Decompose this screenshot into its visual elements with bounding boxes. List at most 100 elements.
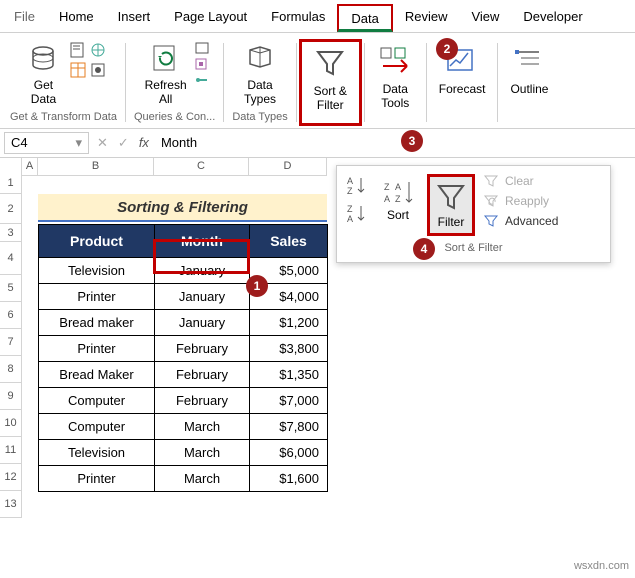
table-cell[interactable]: Television xyxy=(39,440,155,466)
menu-page-layout[interactable]: Page Layout xyxy=(162,4,259,32)
formula-input[interactable]: Month xyxy=(157,133,631,152)
properties-icon[interactable] xyxy=(195,58,209,70)
get-data-label: Get Data xyxy=(31,78,56,107)
menu-data[interactable]: Data xyxy=(337,4,392,32)
advanced-filter[interactable]: Advanced xyxy=(483,214,558,228)
table-row: ComputerMarch$7,800 xyxy=(39,414,328,440)
row-header-12[interactable]: 12 xyxy=(0,464,22,491)
table-cell[interactable]: Printer xyxy=(39,284,155,310)
table-cell[interactable]: Printer xyxy=(39,466,155,492)
fx-icon[interactable]: fx xyxy=(139,135,149,150)
row-header-8[interactable]: 8 xyxy=(0,356,22,383)
data-types-button[interactable]: Data Types xyxy=(238,42,283,109)
edit-links-icon[interactable] xyxy=(195,74,209,86)
sort-filter-button[interactable]: Sort & Filter xyxy=(308,44,353,115)
table-row: ComputerFebruary$7,000 xyxy=(39,388,328,414)
row-header-9[interactable]: 9 xyxy=(0,383,22,410)
data-tools-icon xyxy=(377,44,413,80)
cancel-icon: ✕ xyxy=(97,135,108,151)
formula-bar: C4 ▾ ✕ ✓ fx Month xyxy=(0,129,635,158)
table-cell[interactable]: January xyxy=(155,310,250,336)
table-cell[interactable]: March xyxy=(155,466,250,492)
table-cell[interactable]: February xyxy=(155,336,250,362)
menu-review[interactable]: Review xyxy=(393,4,460,32)
refresh-icon xyxy=(152,44,180,76)
table-cell[interactable]: $1,600 xyxy=(250,466,328,492)
header-product[interactable]: Product xyxy=(39,225,155,258)
col-header-c[interactable]: C xyxy=(154,158,249,176)
filter-funnel-icon xyxy=(434,181,468,215)
table-cell[interactable]: Computer xyxy=(39,388,155,414)
table-row: Bread makerJanuary$1,200 xyxy=(39,310,328,336)
callout-3: 3 xyxy=(401,130,423,152)
clear-filter: Clear xyxy=(483,174,558,188)
sort-za-icon[interactable]: ZA xyxy=(345,202,369,224)
table-row: TelevisionJanuary$5,000 xyxy=(39,258,328,284)
table-cell[interactable]: February xyxy=(155,388,250,414)
menu-insert[interactable]: Insert xyxy=(106,4,163,32)
col-header-b[interactable]: B xyxy=(38,158,154,176)
get-data-button[interactable]: Get Data xyxy=(21,42,66,109)
svg-text:A: A xyxy=(347,176,353,186)
table-cell[interactable]: $6,000 xyxy=(250,440,328,466)
table-cell[interactable]: $3,800 xyxy=(250,336,328,362)
row-header-3[interactable]: 3 xyxy=(0,224,22,242)
menu-formulas[interactable]: Formulas xyxy=(259,4,337,32)
menu-file[interactable]: File xyxy=(2,4,47,32)
col-header-a[interactable]: A xyxy=(22,158,38,176)
menu-home[interactable]: Home xyxy=(47,4,106,32)
row-header-1[interactable]: 1 xyxy=(0,173,22,194)
menu-view[interactable]: View xyxy=(459,4,511,32)
row-header-4[interactable]: 4 xyxy=(0,242,22,275)
row-header-5[interactable]: 5 xyxy=(0,275,22,302)
data-types-icon xyxy=(244,44,276,76)
header-sales[interactable]: Sales xyxy=(250,225,328,258)
group-outline: Outline xyxy=(500,39,558,126)
name-box[interactable]: C4 ▾ xyxy=(4,132,89,154)
outline-button[interactable]: Outline xyxy=(506,42,552,98)
sort-az-icon[interactable]: AZ xyxy=(345,174,369,196)
table-row: TelevisionMarch$6,000 xyxy=(39,440,328,466)
table-cell[interactable]: $1,200 xyxy=(250,310,328,336)
recent-sources-icon[interactable] xyxy=(90,62,106,78)
from-web-icon[interactable] xyxy=(90,42,106,58)
table-cell[interactable]: Television xyxy=(39,258,155,284)
reapply-filter: Reapply xyxy=(483,194,558,208)
worksheet-title[interactable]: Sorting & Filtering xyxy=(38,194,327,222)
table-cell[interactable]: March xyxy=(155,414,250,440)
data-tools-button[interactable]: Data Tools xyxy=(373,42,418,113)
table-cell[interactable]: Printer xyxy=(39,336,155,362)
table-cell[interactable]: $7,000 xyxy=(250,388,328,414)
row-header-10[interactable]: 10 xyxy=(0,410,22,437)
col-header-d[interactable]: D xyxy=(249,158,327,176)
table-cell[interactable]: January xyxy=(155,284,250,310)
row-header-7[interactable]: 7 xyxy=(0,329,22,356)
table-cell[interactable]: $7,800 xyxy=(250,414,328,440)
sort-dialog-label: Sort xyxy=(387,208,409,222)
popup-group-label: Sort & Filter xyxy=(345,242,602,254)
table-cell[interactable]: January xyxy=(155,258,250,284)
header-month[interactable]: Month xyxy=(155,225,250,258)
table-cell[interactable]: March xyxy=(155,440,250,466)
row-header-13[interactable]: 13 xyxy=(0,491,22,518)
from-text-icon[interactable] xyxy=(70,42,86,58)
callout-2: 2 xyxy=(436,38,458,60)
sort-dialog-button[interactable]: ZAAZ Sort xyxy=(377,174,419,226)
menu-developer[interactable]: Developer xyxy=(511,4,594,32)
svg-text:Z: Z xyxy=(395,194,401,204)
table-cell[interactable]: Computer xyxy=(39,414,155,440)
watermark: wsxdn.com xyxy=(574,560,629,572)
queries-connections-icon[interactable] xyxy=(195,42,209,54)
table-cell[interactable]: $1,350 xyxy=(250,362,328,388)
refresh-all-button[interactable]: Refresh All xyxy=(141,42,191,109)
from-table-icon[interactable] xyxy=(70,62,86,78)
row-header-6[interactable]: 6 xyxy=(0,302,22,329)
queries-small-icons xyxy=(195,42,209,86)
row-header-2[interactable]: 2 xyxy=(0,194,22,224)
table-cell[interactable]: February xyxy=(155,362,250,388)
table-cell[interactable]: Bread maker xyxy=(39,310,155,336)
row-header-11[interactable]: 11 xyxy=(0,437,22,464)
reapply-icon xyxy=(483,194,499,208)
table-cell[interactable]: Bread Maker xyxy=(39,362,155,388)
filter-button[interactable]: Filter xyxy=(427,174,475,236)
